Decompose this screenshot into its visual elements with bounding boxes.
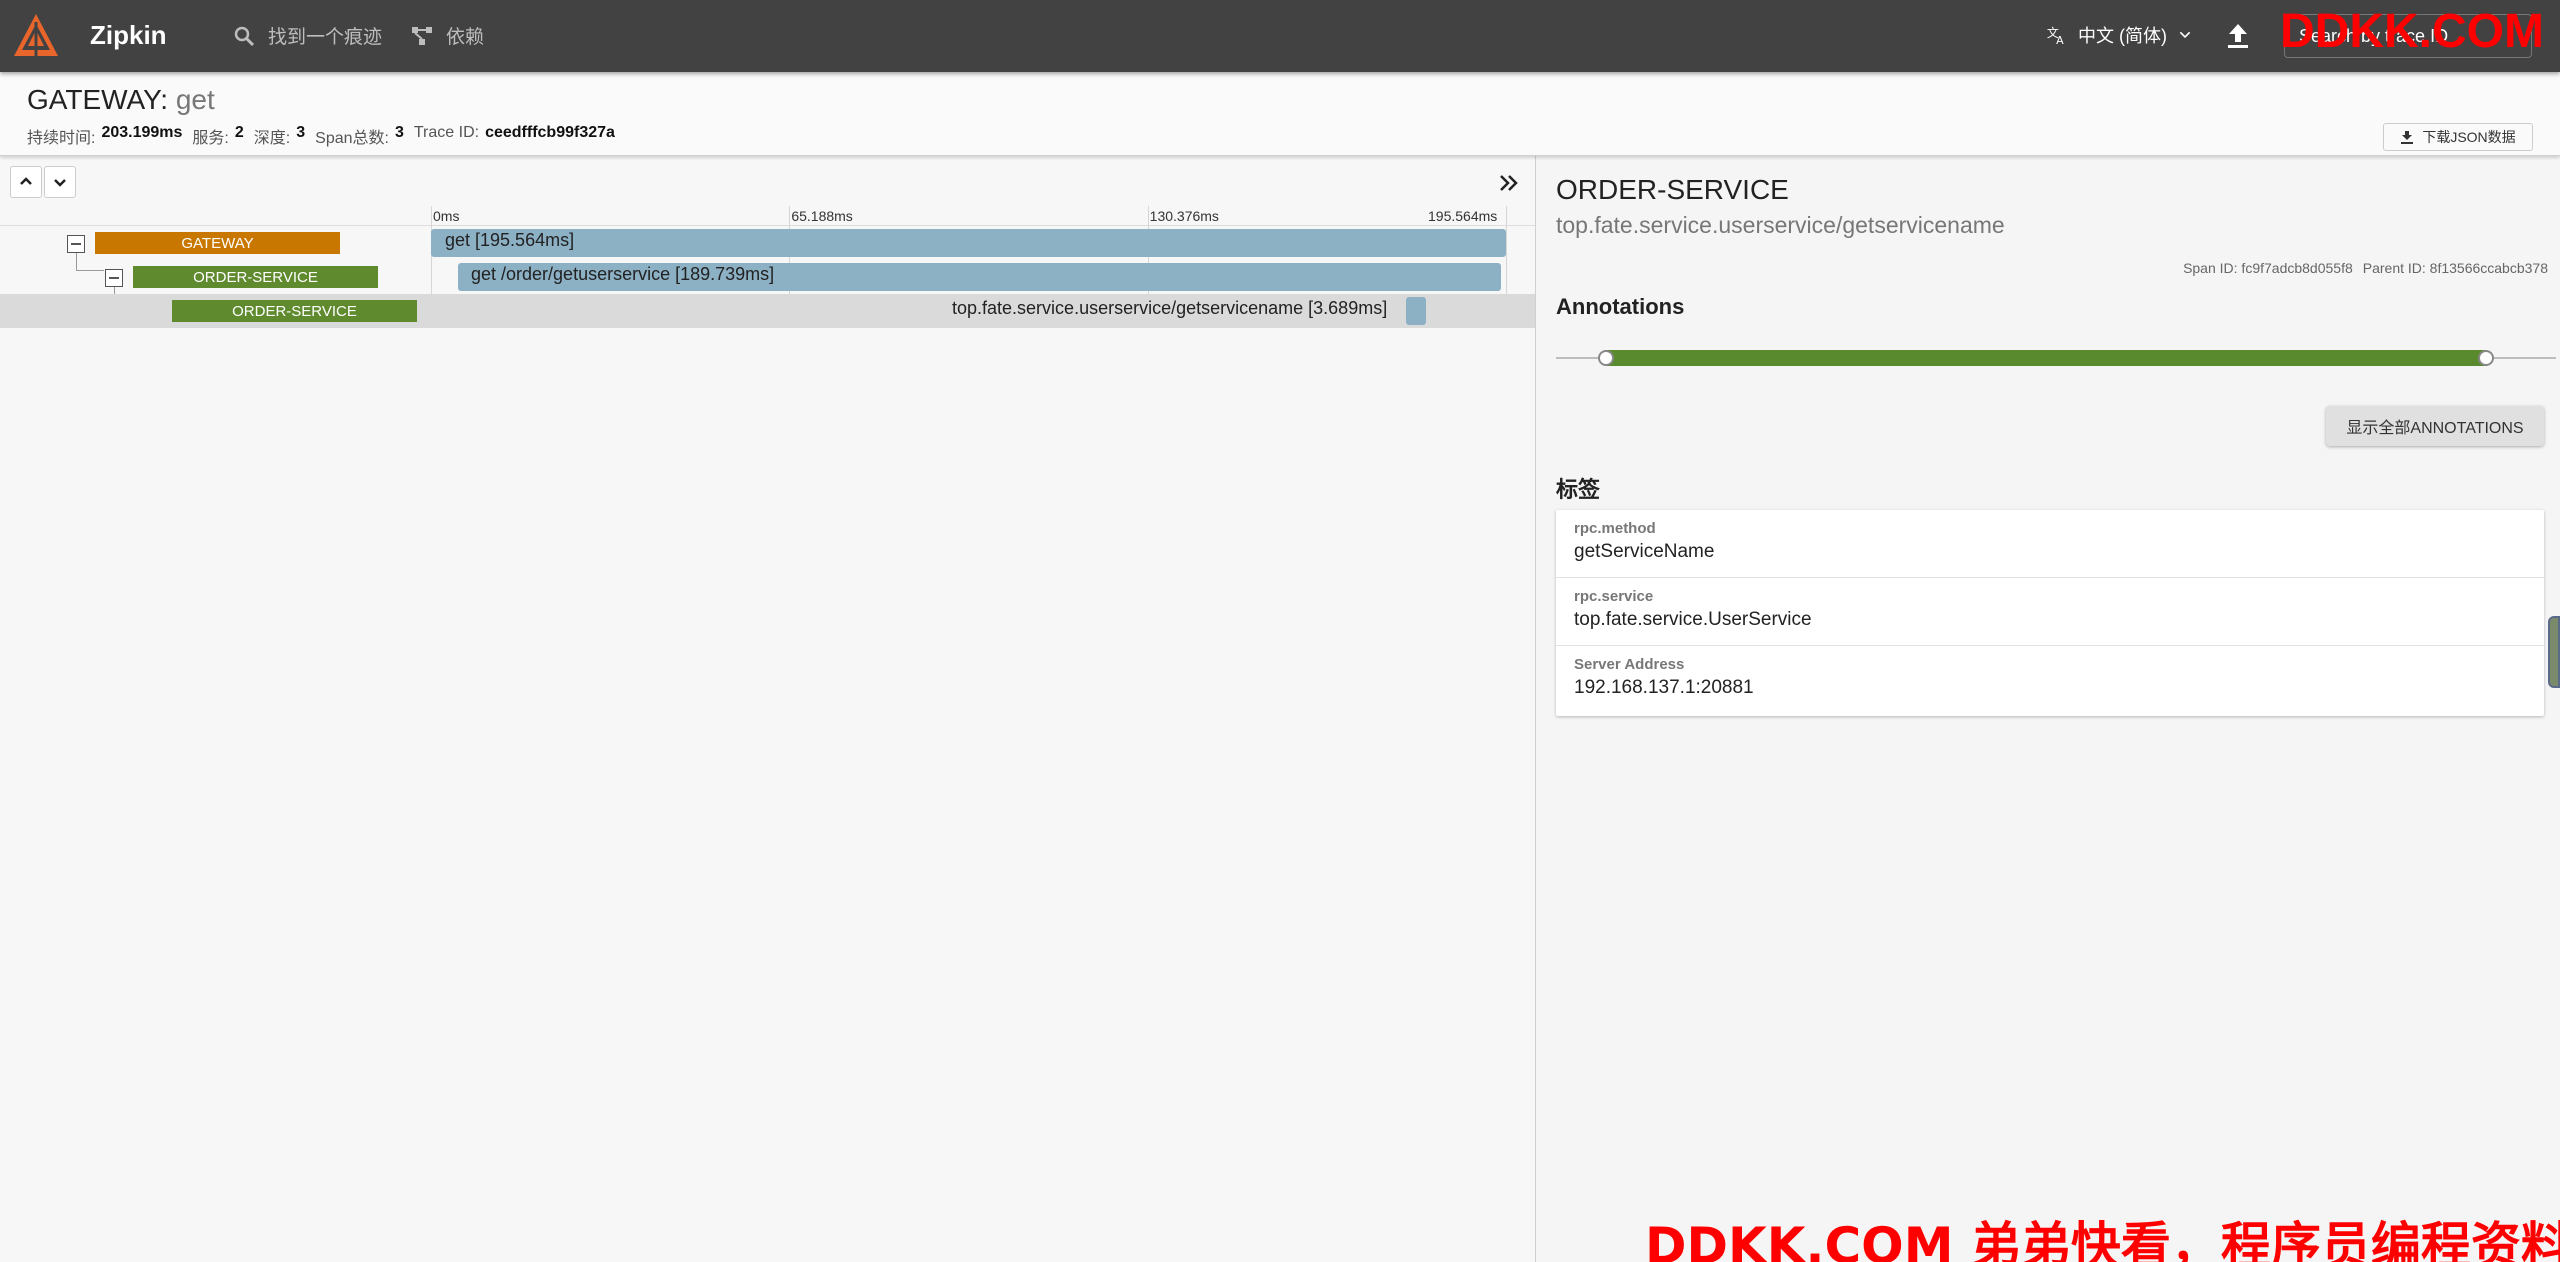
- watermark-bottom: DDKK.COM 弟弟快看，程序员编程资料站: [1645, 1217, 2560, 1262]
- span-bar-label: get [195.564ms]: [445, 230, 575, 250]
- detail-service-name: ORDER-SERVICE: [1556, 174, 1789, 205]
- tick-label: 65.188ms: [791, 208, 853, 224]
- timeline-pane: 0ms 65.188ms 130.376ms 195.564ms GATEWAY…: [0, 156, 1535, 1262]
- download-json-button[interactable]: 下载JSON数据: [2383, 123, 2533, 151]
- span-bar[interactable]: [1406, 297, 1427, 325]
- annotation-duration-bar: [1606, 350, 2486, 366]
- tag-value: 192.168.137.1:20881: [1574, 677, 1754, 698]
- brand-title[interactable]: Zipkin: [90, 20, 167, 51]
- download-icon: [2401, 131, 2414, 144]
- trace-summary: 持续时间: 203.199ms 服务: 2 深度: 3 Span总数: 3 Tr…: [27, 124, 625, 148]
- expand-down-button[interactable]: [44, 166, 76, 198]
- parent-id: Parent ID: 8f13566ccabcb378: [2362, 260, 2548, 276]
- span-bar-label: top.fate.service.userservice/getservicen…: [952, 298, 1388, 318]
- span-bar[interactable]: [431, 229, 1506, 257]
- annotation-marker-start[interactable]: [1598, 350, 1614, 366]
- depth-value: 3: [296, 124, 306, 141]
- search-icon: [234, 26, 255, 46]
- annotation-marker-end[interactable]: [2478, 350, 2494, 366]
- span-total-value: 3: [394, 124, 404, 141]
- trace-root-operation: get: [175, 84, 215, 115]
- tag-row: rpc.service top.fate.service.UserService: [1556, 578, 2544, 646]
- tags-table: rpc.method getServiceName rpc.service to…: [1556, 510, 2544, 716]
- tag-value: getServiceName: [1574, 541, 1715, 562]
- trace-title: GATEWAY: get: [27, 84, 215, 116]
- service-badge: ORDER-SERVICE: [172, 300, 417, 322]
- span-total-label: Span总数:: [315, 130, 389, 147]
- collapse-toggle[interactable]: [67, 235, 85, 253]
- detail-ids: Span ID: fc9f7adcb8d055f8 Parent ID: 8f1…: [2183, 260, 2548, 276]
- timeline-ticks: 0ms 65.188ms 130.376ms 195.564ms: [0, 206, 1535, 226]
- zipkin-logo-icon[interactable]: [10, 10, 62, 62]
- tag-key: rpc.method: [1574, 520, 1656, 537]
- tag-row: Server Address 192.168.137.1:20881: [1556, 646, 2544, 714]
- app-bar: Zipkin 找到一个痕迹 依赖 文 A 中文 (简体): [0, 0, 2560, 72]
- trace-root-service: GATEWAY: [27, 84, 161, 115]
- download-json-label: 下载JSON数据: [2422, 129, 2516, 145]
- detail-operation-name: top.fate.service.userservice/getservicen…: [1556, 212, 2005, 238]
- double-chevron-right-icon[interactable]: [1496, 170, 1522, 196]
- span-bar-label: get /order/getuserservice [189.739ms]: [471, 264, 775, 284]
- tag-key: Server Address: [1574, 656, 1685, 673]
- span-row[interactable]: ORDER-SERVICE get /order/getuserservice …: [0, 260, 1535, 294]
- trace-id-label: Trace ID:: [413, 124, 480, 141]
- language-label: 中文 (简体): [2078, 26, 2167, 46]
- tag-key: rpc.service: [1574, 588, 1654, 605]
- span-id: Span ID: fc9f7adcb8d055f8: [2183, 260, 2353, 276]
- tick-label: 0ms: [433, 208, 460, 224]
- service-badge: ORDER-SERVICE: [133, 266, 378, 288]
- depth-label: 深度:: [253, 130, 291, 147]
- chevron-up-icon: [20, 177, 32, 185]
- chevron-down-icon: [2179, 31, 2191, 39]
- dependencies-icon: [412, 26, 432, 45]
- nav-find-trace[interactable]: 找到一个痕迹: [232, 22, 382, 49]
- side-scroll-handle[interactable]: [2548, 616, 2560, 688]
- nav-dependencies-label: 依赖: [446, 27, 485, 48]
- trace-header: GATEWAY: get 持续时间: 203.199ms 服务: 2 深度: 3…: [0, 72, 2560, 156]
- tick-label: 130.376ms: [1149, 208, 1219, 224]
- trace-title-separator: :: [160, 84, 169, 115]
- duration-value: 203.199ms: [101, 124, 183, 141]
- nav-find-trace-label: 找到一个痕迹: [268, 27, 383, 48]
- trace-id-value: ceedfffcb99f327a: [485, 124, 615, 141]
- annotations-title: Annotations: [1556, 294, 1685, 319]
- show-all-annotations-button[interactable]: 显示全部ANNOTATIONS: [2326, 406, 2544, 446]
- svg-text:A: A: [2056, 34, 2064, 46]
- tag-row: rpc.method getServiceName: [1556, 510, 2544, 578]
- chevron-down-icon: [54, 179, 66, 187]
- service-badge: GATEWAY: [95, 232, 340, 254]
- collapse-toggle[interactable]: [105, 269, 123, 287]
- tick-label: 195.564ms: [1428, 208, 1498, 224]
- tags-title: 标签: [1556, 477, 1601, 502]
- span-row[interactable]: GATEWAY get [195.564ms]: [0, 226, 1535, 260]
- services-label: 服务:: [192, 130, 229, 147]
- upload-icon[interactable]: [2222, 20, 2254, 52]
- tag-value: top.fate.service.UserService: [1574, 609, 1812, 630]
- services-value: 2: [234, 124, 244, 141]
- span-detail-pane: ORDER-SERVICE top.fate.service.userservi…: [1535, 156, 2560, 1262]
- duration-label: 持续时间:: [27, 130, 96, 147]
- watermark-top: DDKK.COM: [2280, 5, 2544, 58]
- span-row-selected[interactable]: ORDER-SERVICE top.fate.service.userservi…: [0, 294, 1535, 328]
- nav-dependencies[interactable]: 依赖: [410, 22, 484, 49]
- language-selector[interactable]: 文 A 中文 (简体): [2046, 22, 2193, 48]
- translate-icon: 文 A: [2047, 26, 2064, 46]
- collapse-up-button[interactable]: [10, 166, 42, 198]
